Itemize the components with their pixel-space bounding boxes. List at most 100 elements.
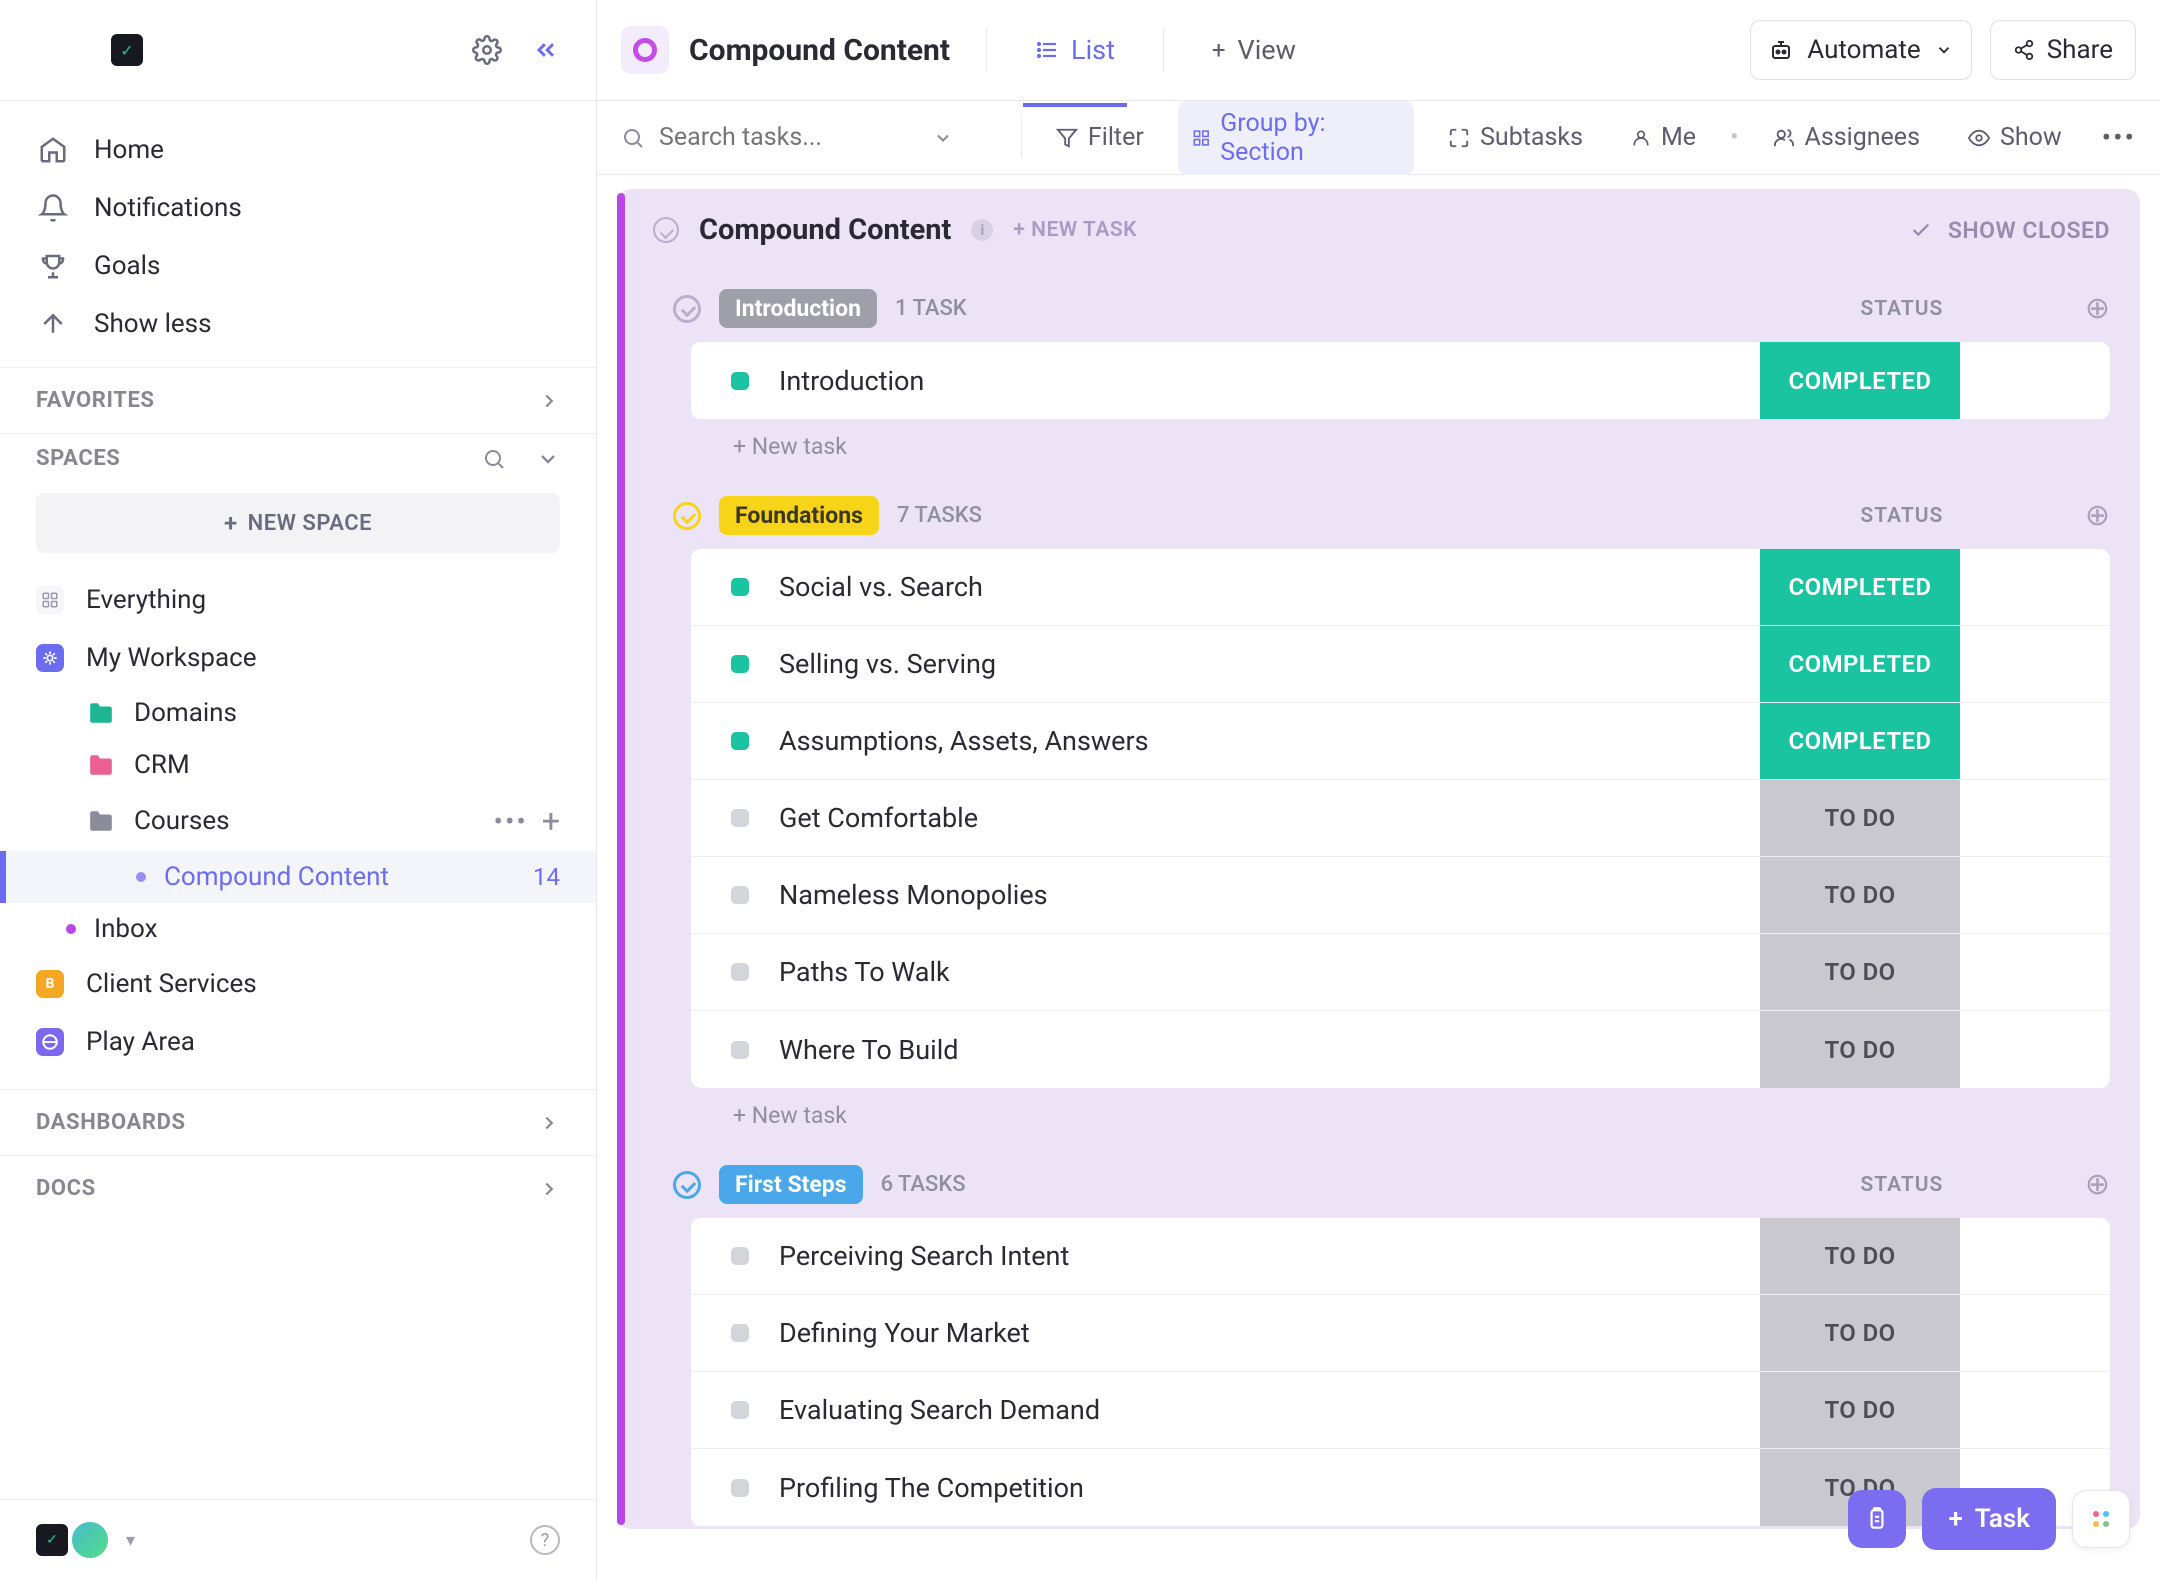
chevron-down-icon[interactable] [933,128,953,148]
section-toggle-icon[interactable] [673,1171,701,1199]
add-column-icon[interactable]: ⊕ [2085,498,2110,533]
status-square-icon[interactable] [731,1479,749,1497]
filter-chip[interactable]: Filter [1042,115,1158,160]
automate-button[interactable]: Automate [1750,20,1971,80]
tree-item-crm[interactable]: CRM [0,739,596,791]
chip-label: Me [1661,123,1696,152]
task-name: Paths To Walk [779,956,950,988]
section-toggle-icon[interactable] [673,295,701,323]
section-first-steps: First Steps 6 TASKS STATUS ⊕ Perceiving … [617,1165,2140,1526]
section-pill[interactable]: First Steps [719,1165,863,1204]
gear-icon[interactable] [472,35,502,65]
status-cell[interactable]: TO DO [1760,1372,1960,1448]
status-cell[interactable]: COMPLETED [1760,342,1960,419]
task-row[interactable]: Where To Build TO DO [691,1011,2110,1088]
status-square-icon[interactable] [731,1041,749,1059]
apps-icon [2089,1507,2113,1531]
section-toggle-icon[interactable] [673,502,701,530]
avatar[interactable] [70,1520,110,1560]
panel-title: Compound Content [699,213,951,247]
status-cell[interactable]: TO DO [1760,780,1960,856]
sidebar-item-everything[interactable]: Everything [0,571,596,629]
task-row[interactable]: Selling vs. Serving COMPLETED [691,626,2110,703]
tree-item-courses[interactable]: Courses ••• + [0,791,596,851]
new-task-link[interactable]: + New task [673,1088,2110,1139]
me-chip[interactable]: Me [1617,115,1710,160]
status-cell[interactable]: TO DO [1760,1295,1960,1371]
tab-add-view[interactable]: + View [1200,26,1308,74]
tree-item-domains[interactable]: Domains [0,687,596,739]
task-row[interactable]: Perceiving Search Intent TO DO [691,1218,2110,1295]
status-cell[interactable]: TO DO [1760,1011,1960,1088]
section-pill[interactable]: Foundations [719,496,879,535]
section-pill[interactable]: Introduction [719,289,877,328]
search-icon[interactable] [482,447,506,471]
sidebar-item-workspace[interactable]: My Workspace [0,629,596,687]
dashboards-section[interactable]: DASHBOARDS [0,1089,596,1155]
status-square-icon[interactable] [731,809,749,827]
task-row[interactable]: Assumptions, Assets, Answers COMPLETED [691,703,2110,780]
assignees-chip[interactable]: Assignees [1759,115,1934,160]
task-row[interactable]: Paths To Walk TO DO [691,934,2110,1011]
status-square-icon[interactable] [731,963,749,981]
sidebar-item-client-services[interactable]: B Client Services [0,955,596,1013]
status-square-icon[interactable] [731,372,749,390]
add-column-icon[interactable]: ⊕ [2085,291,2110,326]
new-space-button[interactable]: + NEW SPACE [36,493,560,553]
group-by-chip[interactable]: Group by: Section [1178,101,1414,175]
sidebar-item-play-area[interactable]: Play Area [0,1013,596,1071]
status-square-icon[interactable] [731,732,749,750]
workspace-logo-small[interactable]: ✓ [36,1524,68,1556]
tab-list[interactable]: List [1023,26,1127,74]
nav-goals[interactable]: Goals [0,237,596,295]
task-row[interactable]: Evaluating Search Demand TO DO [691,1372,2110,1449]
workspace-logo[interactable]: ✓ [111,34,143,66]
task-row[interactable]: Defining Your Market TO DO [691,1295,2110,1372]
status-cell[interactable]: TO DO [1760,934,1960,1010]
info-icon[interactable]: i [971,219,993,241]
favorites-header[interactable]: FAVORITES [0,368,596,433]
status-square-icon[interactable] [731,1247,749,1265]
status-square-icon[interactable] [731,1324,749,1342]
plus-icon[interactable]: + [542,802,560,840]
task-name: Get Comfortable [779,802,978,834]
more-icon[interactable]: ••• [2102,121,2136,154]
new-task-link[interactable]: + New task [673,419,2110,470]
collapse-toggle-icon[interactable] [653,217,679,243]
status-cell[interactable]: COMPLETED [1760,626,1960,702]
status-square-icon[interactable] [731,655,749,673]
status-cell[interactable]: TO DO [1760,1218,1960,1294]
status-square-icon[interactable] [731,886,749,904]
add-column-icon[interactable]: ⊕ [2085,1167,2110,1202]
clipboard-button[interactable] [1848,1490,1906,1548]
nav-show-less[interactable]: Show less [0,295,596,353]
status-square-icon[interactable] [731,578,749,596]
tree-item-inbox[interactable]: Inbox [0,903,596,955]
new-task-link[interactable]: + NEW TASK [1013,218,1137,242]
task-row[interactable]: Nameless Monopolies TO DO [691,857,2110,934]
share-button[interactable]: Share [1990,20,2136,80]
more-icon[interactable]: ••• [494,805,528,838]
status-cell[interactable]: COMPLETED [1760,549,1960,625]
collapse-sidebar-icon[interactable] [532,36,560,64]
show-closed-link[interactable]: SHOW CLOSED [1948,217,2110,244]
docs-section[interactable]: DOCS [0,1155,596,1221]
status-square-icon[interactable] [731,1401,749,1419]
search-input[interactable] [659,123,919,152]
apps-button[interactable] [2072,1490,2130,1548]
nav-home[interactable]: Home [0,121,596,179]
subtasks-chip[interactable]: Subtasks [1434,115,1597,160]
status-cell[interactable]: TO DO [1760,857,1960,933]
help-icon[interactable]: ? [530,1525,560,1555]
show-chip[interactable]: Show [1954,115,2076,160]
people-icon [1773,127,1795,149]
status-cell[interactable]: COMPLETED [1760,703,1960,779]
new-task-button[interactable]: + Task [1922,1488,2056,1550]
task-row[interactable]: Social vs. Search COMPLETED [691,549,2110,626]
caret-down-icon[interactable]: ▾ [126,1530,135,1551]
task-row[interactable]: Get Comfortable TO DO [691,780,2110,857]
chevron-down-icon[interactable] [536,447,560,471]
nav-notifications[interactable]: Notifications [0,179,596,237]
task-row[interactable]: Introduction COMPLETED [691,342,2110,419]
tree-item-compound-content[interactable]: Compound Content 14 [0,851,596,903]
